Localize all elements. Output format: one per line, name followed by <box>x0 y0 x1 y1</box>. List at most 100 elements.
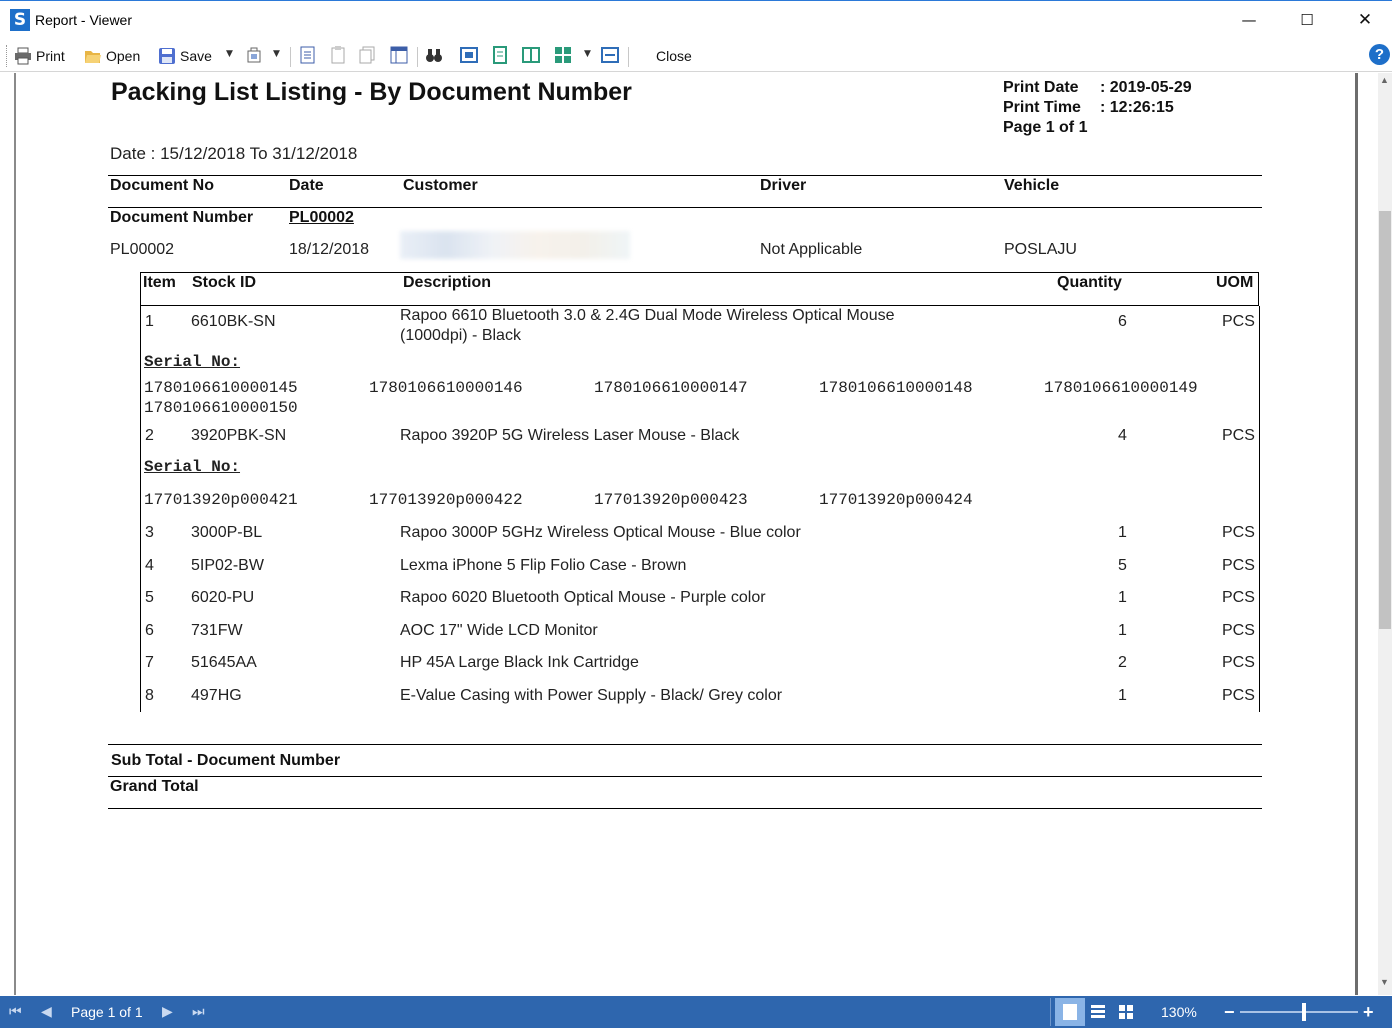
scroll-up-arrow-icon[interactable]: ▲ <box>1380 75 1389 85</box>
multi-page-view-icon[interactable] <box>1119 1004 1133 1020</box>
printer-icon <box>15 47 31 65</box>
bookmarks-icon[interactable] <box>299 46 317 64</box>
fit-page-icon[interactable] <box>601 46 619 64</box>
item-no: 8 <box>145 687 154 704</box>
print-button[interactable]: Print <box>14 44 65 68</box>
item-description: AOC 17" Wide LCD Monitor <box>400 622 598 639</box>
item-no: 3 <box>145 524 154 541</box>
header-rule-top <box>108 175 1262 176</box>
continuous-view-icon[interactable] <box>1091 1004 1105 1020</box>
subtotal-rule <box>108 744 1262 745</box>
save-button[interactable]: Save <box>158 44 212 68</box>
next-page-icon[interactable]: ▶ <box>162 1004 173 1020</box>
item-stock-id: 51645AA <box>191 654 257 671</box>
thumbnails-icon[interactable] <box>359 46 377 64</box>
item-quantity: 2 <box>1118 654 1127 671</box>
maximize-button[interactable]: ☐ <box>1278 1 1336 40</box>
first-page-icon[interactable]: ⏮ <box>9 1004 22 1020</box>
grand-total-rule <box>108 776 1262 777</box>
minimize-button[interactable]: — <box>1220 1 1278 40</box>
print-date-label: Print Date <box>1003 79 1079 96</box>
col-driver: Driver <box>760 177 807 194</box>
send-dropdown-arrow-icon[interactable]: ▼ <box>273 49 280 59</box>
pages-dropdown-arrow-icon[interactable]: ▼ <box>584 49 591 59</box>
close-report-button[interactable]: Close <box>656 44 692 68</box>
zoom-slider-track[interactable] <box>1240 1011 1358 1013</box>
last-page-icon[interactable]: ⏭ <box>192 1004 205 1020</box>
serial-label: Serial No: <box>144 353 241 371</box>
item-stock-id: 3920PBK-SN <box>191 427 287 444</box>
zoom-in-button[interactable]: + <box>1363 996 1374 1028</box>
editor-icon[interactable] <box>390 46 408 64</box>
send-icon[interactable] <box>246 46 264 64</box>
save-dropdown-arrow-icon[interactable]: ▼ <box>226 49 233 59</box>
item-no: 5 <box>145 589 154 606</box>
item-no: 6 <box>145 622 154 639</box>
find-binoculars-icon[interactable] <box>425 46 443 64</box>
single-page-view-icon <box>1063 1004 1077 1020</box>
zoom-slider-thumb[interactable] <box>1302 1003 1306 1021</box>
item-stock-id: 731FW <box>191 622 243 639</box>
page-info: Page 1 of 1 <box>1003 119 1088 136</box>
item-uom: PCS <box>1222 313 1255 330</box>
item-quantity: 1 <box>1118 622 1127 639</box>
print-time-value: : 12:26:15 <box>1100 99 1174 116</box>
help-icon[interactable]: ? <box>1369 44 1390 65</box>
col-description: Description <box>403 274 492 291</box>
item-uom: PCS <box>1222 557 1255 574</box>
serial-number: 177013920p000424 <box>819 491 973 509</box>
item-uom: PCS <box>1222 524 1255 541</box>
serial-number: 177013920p000422 <box>369 491 523 509</box>
col-quantity: Quantity <box>1057 274 1122 291</box>
item-stock-id: 3000P-BL <box>191 524 263 541</box>
item-description: Rapoo 6020 Bluetooth Optical Mouse - Pur… <box>400 589 766 606</box>
item-uom: PCS <box>1222 654 1255 671</box>
continuous-page-icon[interactable] <box>491 46 509 64</box>
item-stock-id: 6610BK-SN <box>191 313 276 330</box>
print-time-label: Print Time <box>1003 99 1081 116</box>
app-logo-icon: S <box>10 9 30 31</box>
item-stock-id: 5IP02-BW <box>191 557 264 574</box>
title-bar: S Report - Viewer — ☐ ✕ <box>0 0 1392 40</box>
close-window-button[interactable]: ✕ <box>1336 1 1392 40</box>
status-bar: ⏮ ◀ Page 1 of 1 ▶ ⏭ 130% − + <box>0 996 1392 1028</box>
open-button[interactable]: Open <box>84 44 140 68</box>
subtotal-label: Sub Total - Document Number <box>111 752 341 769</box>
serial-number: 177013920p000423 <box>594 491 748 509</box>
vertical-scrollbar-thumb[interactable] <box>1379 211 1391 629</box>
doc-date: 18/12/2018 <box>289 241 370 258</box>
item-description: Rapoo 3920P 5G Wireless Laser Mouse - Bl… <box>400 427 740 444</box>
col-item: Item <box>143 274 176 291</box>
item-uom: PCS <box>1222 687 1255 704</box>
page-indicator[interactable]: Page 1 of 1 <box>71 996 143 1028</box>
zoom-out-button[interactable]: − <box>1224 996 1235 1028</box>
single-page-icon[interactable] <box>460 46 478 64</box>
item-description: Rapoo 3000P 5GHz Wireless Optical Mouse … <box>400 524 801 541</box>
serial-number: 1780106610000146 <box>369 379 523 397</box>
col-uom: UOM <box>1216 274 1254 291</box>
toolbar-separator <box>628 47 629 67</box>
item-description-line2: (1000dpi) - Black <box>400 327 521 344</box>
page-edge-left <box>14 73 16 995</box>
customer-redacted <box>400 231 630 259</box>
item-uom: PCS <box>1222 427 1255 444</box>
close-label: Close <box>656 48 692 64</box>
item-uom: PCS <box>1222 589 1255 606</box>
serial-number: 177013920p000421 <box>144 491 298 509</box>
serial-number: 1780106610000149 <box>1044 379 1198 397</box>
multiple-pages-icon[interactable] <box>554 46 572 64</box>
items-left-border <box>140 306 141 712</box>
previous-page-icon[interactable]: ◀ <box>41 1004 52 1020</box>
scroll-down-arrow-icon[interactable]: ▼ <box>1380 977 1389 987</box>
item-uom: PCS <box>1222 622 1255 639</box>
group-label: Document Number <box>110 209 254 226</box>
report-title: Packing List Listing - By Document Numbe… <box>111 78 632 106</box>
print-label: Print <box>36 48 65 64</box>
two-pages-icon[interactable] <box>522 46 540 64</box>
toolbar-separator <box>290 47 291 67</box>
statusbar-separator <box>1050 998 1051 1026</box>
report-end-rule <box>108 808 1262 809</box>
parameters-icon[interactable] <box>329 46 347 64</box>
col-customer: Customer <box>403 177 478 194</box>
grand-total-label: Grand Total <box>110 778 199 795</box>
